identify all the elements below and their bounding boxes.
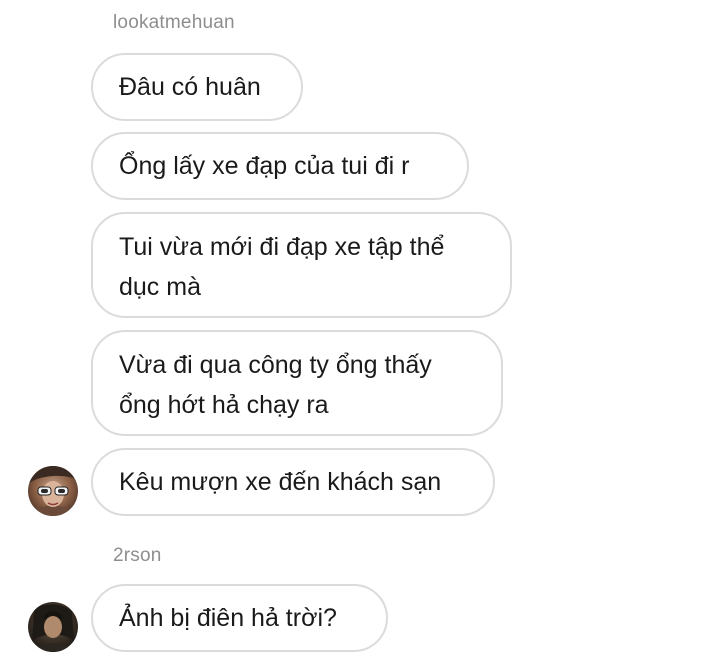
message-text: Ảnh bị điên hả trời?	[119, 604, 337, 632]
sender-name[interactable]: 2rson	[113, 545, 162, 567]
message-text-line: Tui vừa mới đi đạp xe tập thể	[119, 233, 445, 261]
message-bubble[interactable]: Ảnh bị điên hả trời?	[91, 584, 388, 652]
message-text: Ổng lấy xe đạp của tui đi r	[119, 152, 410, 180]
sender-name[interactable]: lookatmehuan	[113, 12, 235, 34]
message-text-line: ổng hớt hả chạy ra	[119, 391, 329, 419]
user-avatar-dark-icon[interactable]	[28, 602, 78, 652]
message-text-line: dục mà	[119, 273, 201, 301]
message-bubble[interactable]: Tui vừa mới đi đạp xe tập thể dục mà	[91, 212, 512, 318]
message-text-line: Vừa đi qua công ty ổng thấy	[119, 351, 432, 379]
message-bubble[interactable]: Kêu mượn xe đến khách sạn	[91, 448, 495, 516]
user-avatar-sunglasses-icon[interactable]	[28, 466, 78, 516]
message-text: Kêu mượn xe đến khách sạn	[119, 468, 442, 496]
message-text: Đâu có huân	[119, 73, 261, 101]
message-bubble[interactable]: Vừa đi qua công ty ổng thấy ổng hớt hả c…	[91, 330, 503, 436]
message-bubble[interactable]: Đâu có huân	[91, 53, 303, 121]
message-bubble[interactable]: Ổng lấy xe đạp của tui đi r	[91, 132, 469, 200]
chat-thread: lookatmehuan Đâu có huân Ổng lấy xe đạp …	[0, 0, 720, 668]
